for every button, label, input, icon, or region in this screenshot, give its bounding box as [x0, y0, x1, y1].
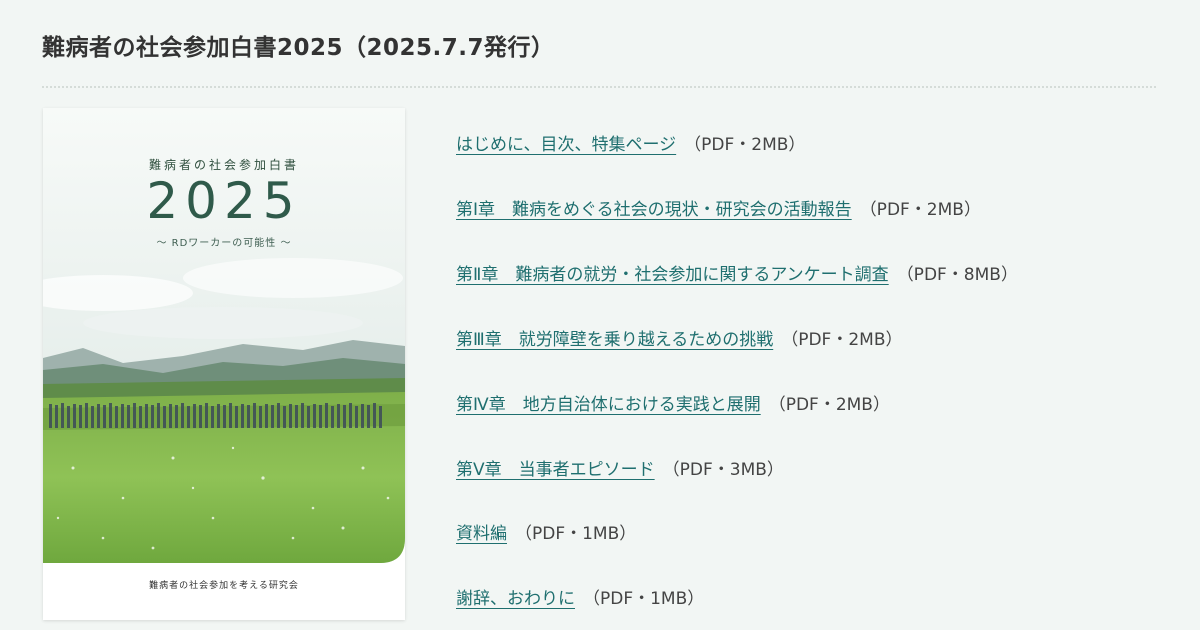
- file-info: （PDF・1MB）: [515, 524, 637, 544]
- page-title: 難病者の社会参加白書2025（2025.7.7発行）: [42, 35, 555, 61]
- document-item: はじめに、目次、特集ページ （PDF・2MB）: [456, 133, 805, 157]
- document-item: 第Ⅱ章 難病者の就労・社会参加に関するアンケート調査 （PDF・8MB）: [456, 263, 1018, 287]
- document-item: 第Ⅰ章 難病をめぐる社会の現状・研究会の活動報告 （PDF・2MB）: [456, 198, 981, 222]
- file-info: （PDF・2MB）: [859, 200, 981, 220]
- cover-label: 難病者の社会参加白書: [148, 158, 299, 172]
- document-item: 資料編 （PDF・1MB）: [456, 522, 636, 546]
- whitepaper-cover-image: 難病者の社会参加白書 2025 ～ RDワーカーの可能性 ～ 難病者の社会参加を…: [43, 108, 405, 620]
- file-info: （PDF・3MB）: [662, 460, 784, 480]
- document-item: 謝辞、おわりに （PDF・1MB）: [456, 587, 704, 611]
- file-info: （PDF・8MB）: [896, 265, 1018, 285]
- document-link[interactable]: はじめに、目次、特集ページ: [456, 135, 676, 155]
- document-item: 第Ⅴ章 当事者エピソード （PDF・3MB）: [456, 458, 784, 482]
- document-link[interactable]: 第Ⅲ章 就労障壁を乗り越えるための挑戦: [456, 330, 773, 350]
- document-link[interactable]: 謝辞、おわりに: [456, 589, 575, 609]
- document-link[interactable]: 第Ⅴ章 当事者エピソード: [456, 460, 655, 480]
- file-info: （PDF・2MB）: [781, 330, 903, 350]
- document-item: 第Ⅳ章 地方自治体における実践と展開 （PDF・2MB）: [456, 393, 890, 417]
- file-info: （PDF・1MB）: [583, 589, 705, 609]
- title-divider: [42, 86, 1156, 88]
- cover-publisher: 難病者の社会参加を考える研究会: [149, 581, 299, 591]
- file-info: （PDF・2MB）: [684, 135, 806, 155]
- document-link[interactable]: 第Ⅳ章 地方自治体における実践と展開: [456, 395, 761, 415]
- document-link[interactable]: 第Ⅰ章 難病をめぐる社会の現状・研究会の活動報告: [456, 200, 852, 220]
- document-link[interactable]: 第Ⅱ章 難病者の就労・社会参加に関するアンケート調査: [456, 265, 889, 285]
- cover-subtitle: ～ RDワーカーの可能性 ～: [156, 238, 292, 249]
- document-item: 第Ⅲ章 就労障壁を乗り越えるための挑戦 （PDF・2MB）: [456, 328, 903, 352]
- file-info: （PDF・2MB）: [768, 395, 890, 415]
- cover-year: 2025: [146, 172, 302, 230]
- document-link[interactable]: 資料編: [456, 524, 507, 544]
